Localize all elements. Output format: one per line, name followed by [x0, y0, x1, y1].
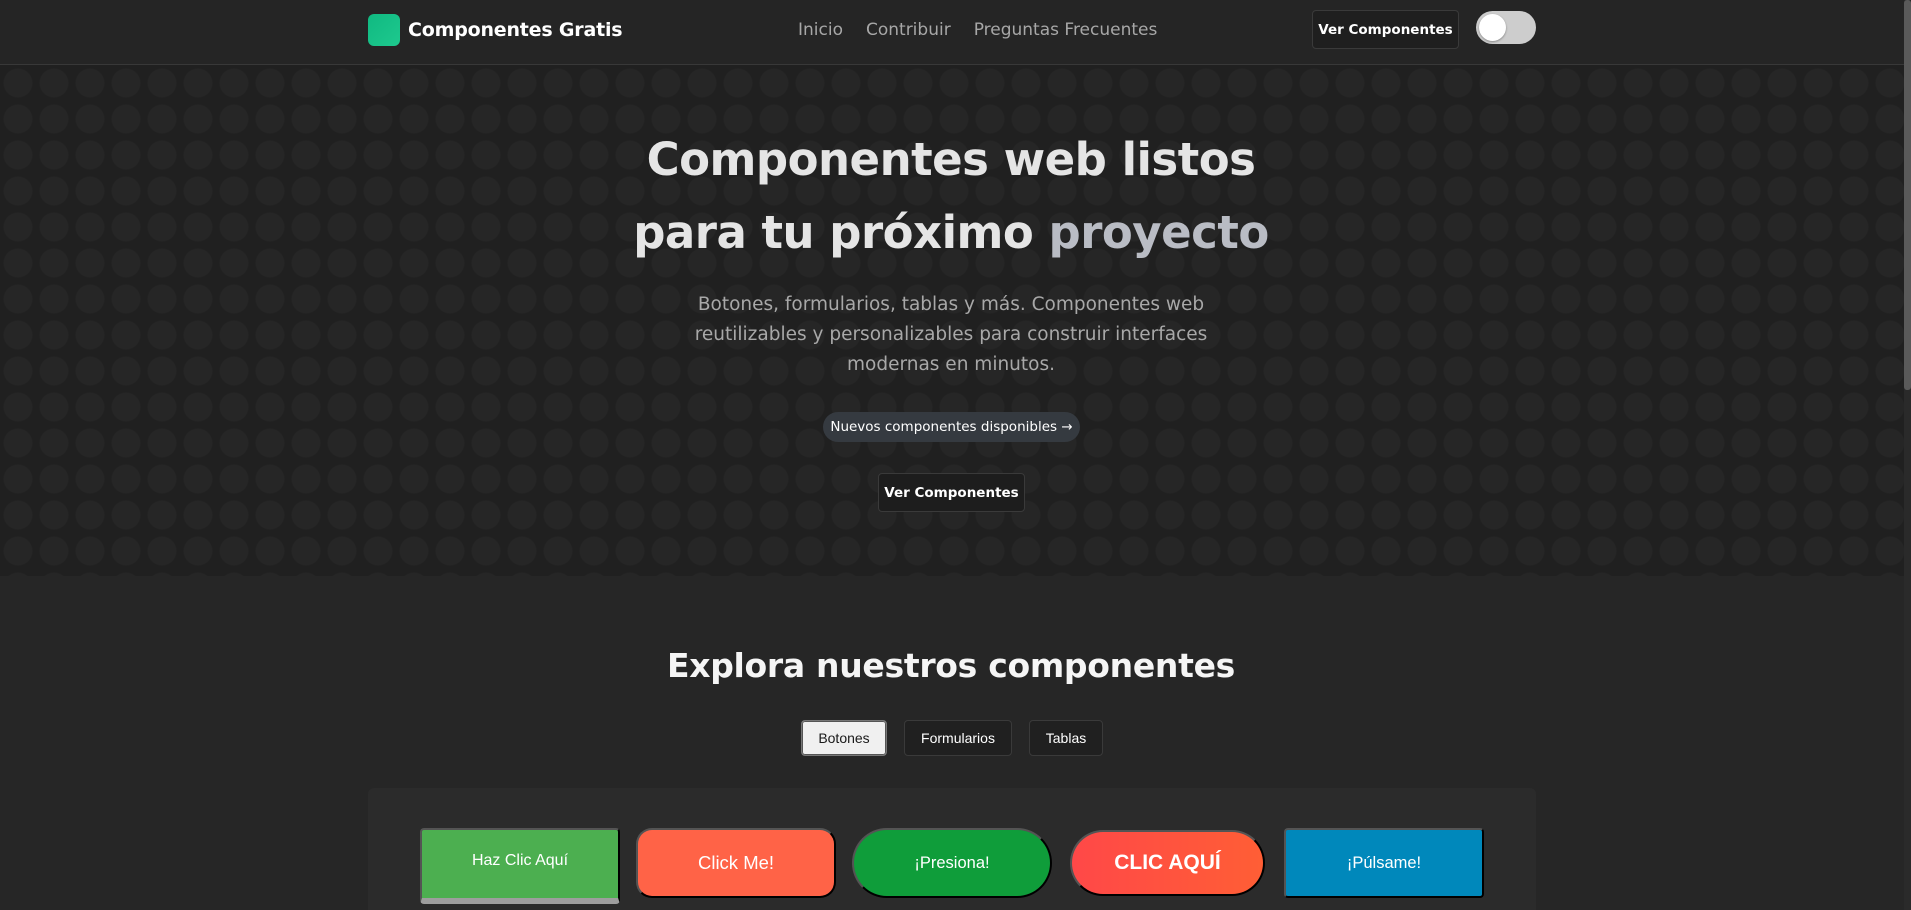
hero-section: Componentes web listos para tu próximo p…: [0, 65, 1904, 576]
brand-link[interactable]: Componentes Gratis: [368, 14, 623, 46]
demo-button-haz-clic[interactable]: Haz Clic Aquí: [420, 828, 620, 904]
demo-button-clic-aqui[interactable]: CLIC AQUÍ: [1070, 830, 1265, 896]
nav-ver-componentes-button[interactable]: Ver Componentes: [1312, 10, 1459, 49]
nav-link-inicio[interactable]: Inicio: [798, 18, 843, 42]
tab-formularios[interactable]: Formularios: [904, 720, 1012, 756]
demo-button-pulsame[interactable]: ¡Púlsame!: [1284, 828, 1484, 898]
demo-button-presiona[interactable]: ¡Presiona!: [852, 828, 1052, 898]
tab-botones[interactable]: Botones: [801, 720, 887, 756]
brand-logo-icon: [368, 14, 400, 46]
demo-button-click-me[interactable]: Click Me!: [636, 828, 836, 898]
hero-subtitle: Botones, formularios, tablas y más. Comp…: [694, 294, 1208, 375]
nav-links: Inicio Contribuir Preguntas Frecuentes: [798, 18, 1157, 42]
tab-tablas[interactable]: Tablas: [1029, 720, 1103, 756]
hero-title: Componentes web listos para tu próximo p…: [556, 123, 1346, 269]
toggle-knob: [1479, 14, 1506, 41]
page-scrollbar[interactable]: [1904, 0, 1911, 910]
hero-title-line2: para tu próximo: [633, 206, 1034, 259]
explore-title: Explora nuestros componentes: [666, 646, 1235, 685]
theme-toggle[interactable]: [1476, 11, 1536, 44]
navbar: Componentes Gratis Inicio Contribuir Pre…: [0, 0, 1904, 65]
nav-link-faq[interactable]: Preguntas Frecuentes: [974, 18, 1158, 42]
scrollbar-thumb[interactable]: [1904, 0, 1911, 390]
brand-name: Componentes Gratis: [408, 19, 623, 41]
hero-title-accent: proyecto: [1048, 206, 1269, 259]
hero-title-line1: Componentes web listos: [646, 133, 1256, 186]
nav-link-contribuir[interactable]: Contribuir: [866, 18, 951, 42]
component-tabs: Botones Formularios Tablas: [801, 720, 1103, 756]
new-components-badge[interactable]: Nuevos componentes disponibles →: [823, 412, 1080, 442]
hero-ver-componentes-button[interactable]: Ver Componentes: [878, 473, 1025, 512]
button-showcase: Haz Clic Aquí Click Me! ¡Presiona! CLIC …: [368, 788, 1536, 910]
